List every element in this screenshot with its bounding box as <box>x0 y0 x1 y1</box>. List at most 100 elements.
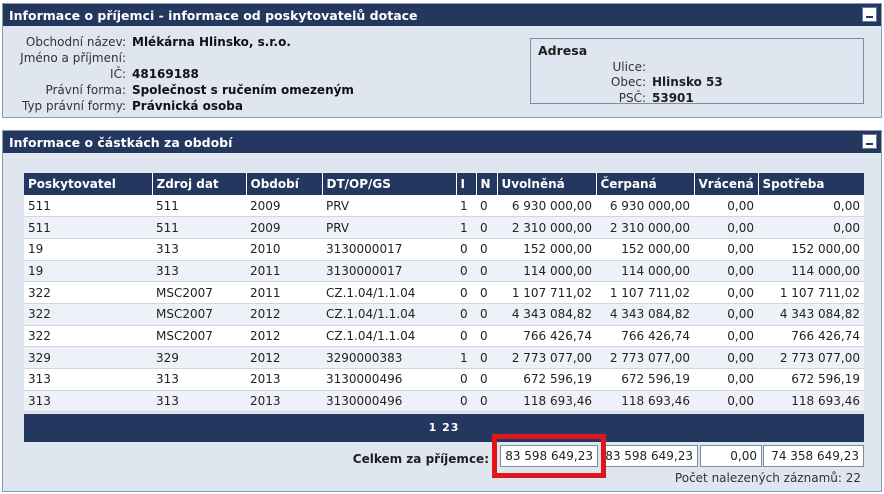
table-header-row: Poskytovatel Zdroj dat Období DT/OP/GS I… <box>24 173 864 195</box>
table-cell: 6 930 000,00 <box>497 195 596 218</box>
table-row: 313 313 2013 3130000496 0 0 672 596,19 672 596,… <box>24 368 864 391</box>
col-header-n[interactable]: N <box>476 173 498 195</box>
table-cell: 313 <box>152 368 246 391</box>
field-label: IČ: <box>110 67 126 81</box>
table-cell: 3130000496 <box>322 368 456 391</box>
table-cell: 0 <box>476 303 497 326</box>
table-cell: 0,00 <box>694 325 758 348</box>
table-row: 511 511 2009 PRV 1 0 6 930 000,00 6 930 000,00 0… <box>24 195 864 218</box>
table-cell: 1 <box>456 195 476 218</box>
table-cell: 322 <box>24 303 152 326</box>
table-cell: 114 000,00 <box>596 260 694 283</box>
table-cell: CZ.1.04/1.1.04 <box>322 281 456 304</box>
table-cell: 1 <box>456 346 476 369</box>
table-cell: 313 <box>152 390 246 413</box>
highlight-box <box>492 434 606 478</box>
field-value: 53901 <box>652 91 694 105</box>
table-row: 322 MSC2007 2012 CZ.1.04/1.1.04 0 0 4 343 084,… <box>24 303 864 326</box>
field-value: 48169188 <box>132 67 199 81</box>
field-value: Hlinsko 53 <box>652 75 723 89</box>
table-cell: 0 <box>456 281 476 304</box>
table-cell: 0,00 <box>694 390 758 413</box>
pagination-bar: 1 23 <box>24 414 864 442</box>
table-cell: 0 <box>456 390 476 413</box>
total-drawn: 83 598 649,23 <box>603 445 698 467</box>
table-cell: 322 <box>24 281 152 304</box>
table-cell: 118 693,46 <box>758 390 864 413</box>
field-value: Právnická osoba <box>132 99 243 113</box>
table-cell: 19 <box>24 238 152 261</box>
table-cell: 2010 <box>246 238 322 261</box>
table-cell: 2 310 000,00 <box>497 216 596 239</box>
table-cell: 0,00 <box>694 238 758 261</box>
page-link-1[interactable]: 1 <box>429 421 438 434</box>
field-label: Ulice: <box>612 60 646 74</box>
table-cell: 0 <box>456 303 476 326</box>
field-legal-form: Právní forma: Společnost s ručením omezen… <box>9 82 353 98</box>
table-cell: 3130000017 <box>322 238 456 261</box>
table-cell: 672 596,19 <box>596 368 694 391</box>
col-header-source[interactable]: Zdroj dat <box>152 173 247 195</box>
total-consumption: 74 358 649,23 <box>763 445 864 467</box>
table-cell: 511 <box>152 216 246 239</box>
table-cell: 2011 <box>246 281 322 304</box>
field-label: Typ právní formy: <box>21 99 126 113</box>
table-cell: 114 000,00 <box>497 260 596 283</box>
table-cell: 313 <box>24 368 152 391</box>
col-header-provider[interactable]: Poskytovatel <box>24 173 153 195</box>
address-street: Ulice: <box>531 59 652 75</box>
collapse-icon[interactable] <box>862 7 877 22</box>
table-cell: PRV <box>322 195 456 218</box>
field-label: Jméno a příjmení: <box>20 51 126 65</box>
table-cell: 0,00 <box>694 260 758 283</box>
table-cell: 0,00 <box>758 195 864 218</box>
table-row: 322 MSC2007 2012 CZ.1.04/1.1.04 0 0 766 426,74… <box>24 325 864 348</box>
amounts-panel-title: Informace o částkách za období <box>9 135 233 150</box>
table-cell: 0 <box>476 238 497 261</box>
table-cell: 511 <box>24 216 152 239</box>
table-cell: 313 <box>24 390 152 413</box>
field-legal-form-type: Typ právní formy: Právnická osoba <box>9 98 354 114</box>
col-header-dt-op-gs[interactable]: DT/OP/GS <box>322 173 457 195</box>
table-cell: 2 310 000,00 <box>596 216 694 239</box>
recipient-panel-title: Informace o příjemci - informace od posk… <box>9 8 418 23</box>
page-link-2[interactable]: 2 <box>442 421 451 434</box>
table-row: 329 329 2012 3290000383 1 0 2 773 077,00 2 773 … <box>24 346 864 369</box>
table-cell: 511 <box>24 195 152 218</box>
field-label: Obchodní název: <box>25 35 126 49</box>
table-cell: 3130000017 <box>322 260 456 283</box>
table-row: 19 313 2011 3130000017 0 0 114 000,00 114 000,0… <box>24 260 864 283</box>
col-header-i[interactable]: I <box>456 173 477 195</box>
table-cell: 4 343 084,82 <box>758 303 864 326</box>
page-link-3[interactable]: 3 <box>451 421 460 434</box>
table-cell: 6 930 000,00 <box>596 195 694 218</box>
table-cell: 2009 <box>246 216 322 239</box>
table-cell: 1 107 711,02 <box>497 281 596 304</box>
field-label: Obec: <box>610 75 646 89</box>
table-cell: 766 426,74 <box>596 325 694 348</box>
table-row: 313 313 2013 3130000496 0 0 118 693,46 118 693,… <box>24 390 864 413</box>
recipient-panel-header: Informace o příjemci - informace od posk… <box>3 4 881 26</box>
table-cell: 511 <box>152 195 246 218</box>
table-cell: 0 <box>476 390 497 413</box>
col-header-period[interactable]: Období <box>246 173 323 195</box>
col-header-consumption[interactable]: Spotřeba <box>758 173 864 195</box>
col-header-returned[interactable]: Vrácená <box>694 173 759 195</box>
table-row: 322 MSC2007 2011 CZ.1.04/1.1.04 0 0 1 107 711,… <box>24 281 864 304</box>
col-header-released[interactable]: Uvolněná <box>497 173 597 195</box>
table-cell: 114 000,00 <box>758 260 864 283</box>
table-cell: 2013 <box>246 368 322 391</box>
table-cell: MSC2007 <box>152 281 246 304</box>
table-cell: 4 343 084,82 <box>497 303 596 326</box>
table-cell: 2009 <box>246 195 322 218</box>
table-cell: 1 107 711,02 <box>596 281 694 304</box>
table-cell: 0 <box>476 260 497 283</box>
table-cell: 766 426,74 <box>497 325 596 348</box>
table-cell: 0 <box>456 325 476 348</box>
table-cell: 2011 <box>246 260 322 283</box>
table-cell: 0,00 <box>758 216 864 239</box>
col-header-drawn[interactable]: Čerpaná <box>596 173 695 195</box>
table-cell: 329 <box>152 346 246 369</box>
collapse-icon[interactable] <box>862 134 877 149</box>
table-cell: 118 693,46 <box>497 390 596 413</box>
